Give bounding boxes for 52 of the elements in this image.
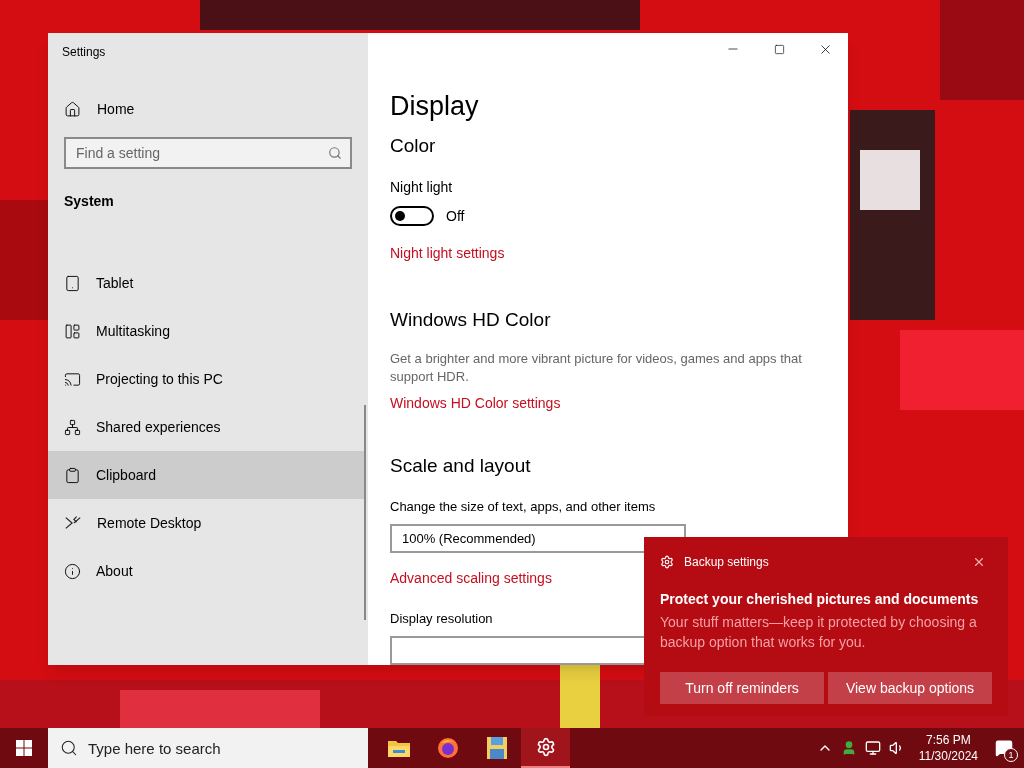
sidebar-item[interactable]: Clipboard [48,451,366,499]
settings-link[interactable]: Night light settings [390,242,505,264]
section-heading: System [64,192,115,211]
toggle-state: Off [446,206,465,226]
toast-title: Protect your cherished pictures and documents [660,590,980,609]
setting-icon [64,274,81,292]
maximize-icon [773,43,785,55]
sidebar-item[interactable]: Multitasking [48,307,366,355]
sidebar-item[interactable]: About [48,547,366,595]
dropdown[interactable]: 100% (Recommended) [390,524,686,553]
setting-icon [64,514,82,532]
toggle-switch[interactable] [390,206,434,226]
toast-button[interactable]: View backup options [828,672,992,704]
app-name: Backup settings [684,554,769,571]
setting-label: Display resolution [390,609,493,628]
search-icon [328,146,342,160]
toast-button[interactable]: Turn off reminders [660,672,824,704]
home-link[interactable]: Home [64,99,135,120]
clock[interactable]: 7:56 PM 11/30/2024 [912,732,984,764]
gear-icon [535,737,556,757]
gear-icon [660,555,674,569]
taskbar-search[interactable]: Type here to search [48,728,368,768]
scrollbar[interactable] [364,405,366,620]
section-heading: Color [390,134,436,158]
settings-link[interactable]: Advanced scaling settings [390,567,552,589]
notification-button[interactable]: 1 [984,728,1024,768]
browser-icon [436,737,459,759]
section-heading: Windows HD Color [390,307,551,332]
sidebar-item[interactable]: Shared experiences [48,403,366,451]
section-heading: Scale and layout [390,454,531,478]
search-field[interactable]: Find a setting [64,137,352,169]
home-icon [64,101,81,118]
notification-badge: 1 [1004,748,1018,762]
sidebar-item[interactable]: Projecting to this PC [48,355,366,403]
page-title: Display [390,90,479,123]
folder-icon [387,739,410,757]
sidebar-item[interactable]: Tablet [48,259,366,307]
setting-icon [64,370,81,388]
setting-icon [64,418,81,436]
description: Get a brighter and more vibrant picture for videos, games and apps that support HDR. [390,350,803,386]
window-title: Settings [61,44,107,61]
setting-label: Change the size of text, apps, and other items [390,497,656,516]
sidebar-item[interactable]: Remote Desktop [48,499,366,547]
setting-icon [64,322,81,340]
search-icon [60,739,78,757]
settings-link[interactable]: Windows HD Color settings [390,393,561,414]
setting-label: Night light [390,177,453,197]
close-button[interactable] [972,555,986,569]
toast-message: Your stuff matters—keep it protected by choosing a backup option that works for you. [660,613,978,652]
taskbar-app[interactable] [521,728,570,768]
setting-icon [64,466,81,484]
setting-icon [64,562,81,580]
